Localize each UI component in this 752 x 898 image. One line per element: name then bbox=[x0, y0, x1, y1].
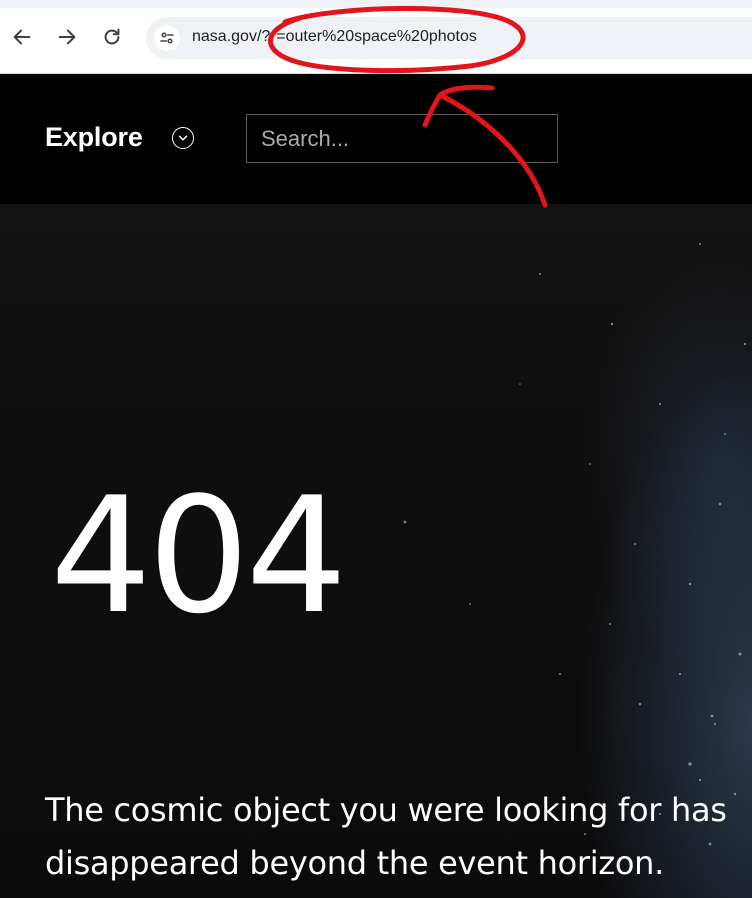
reload-button[interactable] bbox=[97, 22, 127, 52]
browser-toolbar: nasa.gov/? =outer%20space%20photos bbox=[0, 0, 752, 74]
forward-button[interactable] bbox=[52, 22, 82, 52]
tune-icon[interactable] bbox=[154, 25, 180, 51]
error-code: 404 bbox=[50, 462, 347, 649]
back-button[interactable] bbox=[7, 22, 37, 52]
search-input[interactable] bbox=[246, 114, 558, 163]
reload-icon bbox=[104, 28, 120, 45]
url-host: nasa.gov/? bbox=[192, 28, 271, 45]
explore-menu-label[interactable]: Explore bbox=[45, 122, 143, 153]
arrow-left-icon bbox=[13, 29, 31, 45]
error-message: The cosmic object you were looking for h… bbox=[45, 791, 727, 882]
chevron-down-circle-icon[interactable] bbox=[172, 127, 194, 149]
arrow-right-icon bbox=[58, 29, 76, 45]
url-query: =outer%20space%20photos bbox=[276, 28, 477, 45]
address-bar[interactable]: nasa.gov/? =outer%20space%20photos bbox=[146, 17, 752, 59]
url-text[interactable]: nasa.gov/? =outer%20space%20photos bbox=[192, 28, 477, 46]
hero-section: 404 The cosmic object you were looking f… bbox=[0, 204, 752, 898]
site-header: Explore bbox=[0, 74, 752, 204]
